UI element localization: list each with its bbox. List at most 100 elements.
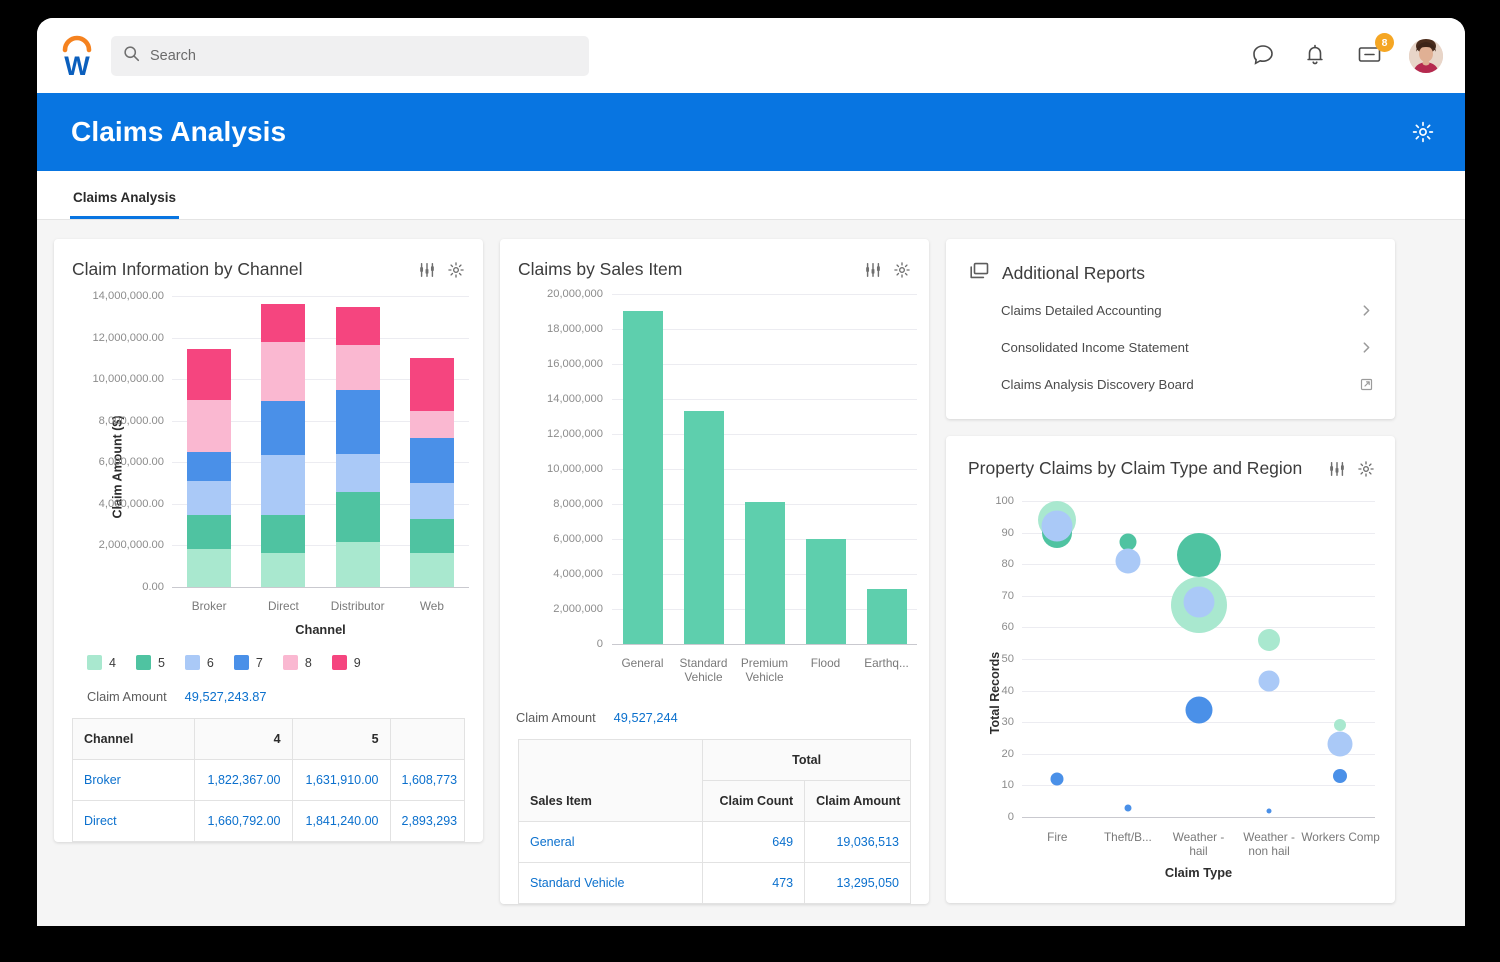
gear-icon[interactable] <box>1357 460 1375 478</box>
chart-property-claims-bubble[interactable]: Total Records 0 10 20 30 40 50 60 70 80 90 100 Fire… <box>946 483 1395 903</box>
chart3-bubble[interactable] <box>1332 768 1347 783</box>
chart3-bubble[interactable] <box>1327 731 1353 757</box>
cell-c4[interactable]: 1,822,367.00 <box>193 759 293 801</box>
tab-claims-analysis[interactable]: Claims Analysis <box>70 190 180 219</box>
chart1-bar-segment[interactable] <box>187 514 232 550</box>
chart1-total-value[interactable]: 49,527,243.87 <box>185 689 267 704</box>
chart3-bubble[interactable] <box>1124 804 1132 812</box>
chart1-bar-segment[interactable] <box>261 454 306 515</box>
chat-icon[interactable] <box>1250 42 1277 69</box>
chart1-bar-segment[interactable] <box>261 401 306 455</box>
chart3-bubble[interactable] <box>1183 586 1214 618</box>
chart1-bar-segment[interactable] <box>261 341 306 402</box>
chart1-bar-segment[interactable] <box>261 514 306 554</box>
chart1-bar-segment[interactable] <box>187 549 232 587</box>
chart3-bubble[interactable] <box>1115 548 1141 574</box>
chart1-bar-segment[interactable] <box>187 400 232 453</box>
report-link-claims-analysis-discovery-board[interactable]: Claims Analysis Discovery Board <box>946 366 1395 403</box>
report-label: Claims Analysis Discovery Board <box>1001 377 1194 392</box>
cell-claim-count[interactable]: 649 <box>702 821 806 863</box>
cell-c5[interactable]: 1,631,910.00 <box>291 759 391 801</box>
cell-claim-amount[interactable]: 13,295,050 <box>804 862 911 904</box>
gear-icon[interactable] <box>1411 120 1435 144</box>
chart1-legend-item[interactable]: 4 <box>87 655 116 670</box>
chart1-legend-item[interactable]: 6 <box>184 655 214 670</box>
cell-channel[interactable]: Direct <box>72 800 195 842</box>
chart1-bar-segment[interactable] <box>409 518 454 554</box>
chart1-bar-segment[interactable] <box>335 541 380 587</box>
chart2-gridline <box>612 294 917 295</box>
report-link-claims-detailed-accounting[interactable]: Claims Detailed Accounting <box>946 292 1395 329</box>
chart2-bar[interactable] <box>805 539 846 644</box>
chart1-bar-segment[interactable] <box>335 453 380 492</box>
chart3-bubble[interactable] <box>1258 629 1281 652</box>
th-claim-amount[interactable]: Claim Amount <box>804 780 911 822</box>
chart1-bar-segment[interactable] <box>409 357 454 411</box>
chart1-bar-segment[interactable] <box>187 452 232 482</box>
th-4[interactable]: 4 <box>193 718 293 760</box>
cell-c6[interactable]: 2,893,293 <box>389 800 466 842</box>
chart1-legend-item[interactable]: 7 <box>233 655 263 670</box>
chart1-bar-segment[interactable] <box>409 437 454 484</box>
chart2-bar[interactable] <box>744 502 785 644</box>
chart1-bar-segment[interactable] <box>261 553 306 587</box>
filter-sliders-icon[interactable] <box>1328 460 1346 478</box>
chart3-bubble[interactable] <box>1333 719 1346 732</box>
chart3-bubble[interactable] <box>1266 808 1272 814</box>
chart1-bar-segment[interactable] <box>187 348 232 401</box>
cell-claim-count[interactable]: 473 <box>702 862 806 904</box>
th-claim-count[interactable]: Claim Count <box>702 780 806 822</box>
chart2-y-tick: 10,000,000 <box>547 463 603 475</box>
chart3-bubble[interactable] <box>1176 532 1221 577</box>
cell-sales-item[interactable]: General <box>517 821 704 863</box>
gear-icon[interactable] <box>447 261 465 279</box>
inbox-icon[interactable]: 8 <box>1356 33 1394 69</box>
page-banner: Claims Analysis <box>37 93 1465 171</box>
chart3-bubble[interactable] <box>1050 772 1064 786</box>
chart3-y-tick: 10 <box>1001 779 1014 792</box>
chart3-bubble[interactable] <box>1185 696 1212 724</box>
chart2-bar[interactable] <box>683 411 724 644</box>
chart1-bar-segment[interactable] <box>335 307 380 345</box>
chart2-bar[interactable] <box>622 310 663 644</box>
th-sales-item[interactable]: Sales Item <box>517 739 704 822</box>
cell-sales-item[interactable]: Standard Vehicle <box>517 862 704 904</box>
chart3-bubble[interactable] <box>1258 670 1280 692</box>
filter-sliders-icon[interactable] <box>418 261 436 279</box>
chart3-x-axis-label: Claim Type <box>1164 865 1233 880</box>
chart2-total-value[interactable]: 49,527,244 <box>614 710 678 725</box>
gear-icon[interactable] <box>893 261 911 279</box>
chart1-bar-segment[interactable] <box>335 389 380 454</box>
chart1-bar-segment[interactable] <box>335 492 380 542</box>
chart1-bar-segment[interactable] <box>409 410 454 438</box>
bell-icon[interactable] <box>1303 42 1330 69</box>
report-link-consolidated-income-statement[interactable]: Consolidated Income Statement <box>946 329 1395 366</box>
cell-channel[interactable]: Broker <box>72 759 195 801</box>
th-5[interactable]: 5 <box>291 718 391 760</box>
cell-c6[interactable]: 1,608,773 <box>389 759 466 801</box>
chart1-legend-item[interactable]: 5 <box>135 655 165 670</box>
chart1-legend-item[interactable]: 9 <box>331 655 361 670</box>
workday-logo[interactable]: W <box>57 33 97 81</box>
chart-claim-information-by-channel[interactable]: Claim Amount ($) 0.00 2,000,000.00 4,000,0… <box>54 284 483 649</box>
chart3-bubble[interactable] <box>1041 510 1073 542</box>
filter-sliders-icon[interactable] <box>864 261 882 279</box>
chart1-bar-segment[interactable] <box>409 483 454 519</box>
search-box[interactable] <box>111 35 589 76</box>
chart1-bar-segment[interactable] <box>261 304 306 342</box>
chart1-bar-segment[interactable] <box>187 481 232 515</box>
chart2-y-tick: 18,000,000 <box>547 323 603 335</box>
chart-claims-by-sales-item[interactable]: 0 2,000,000 4,000,000 6,000,000 8,000,000 10,… <box>500 284 929 704</box>
chart1-bar-segment[interactable] <box>335 344 380 390</box>
th-channel[interactable]: Channel <box>72 718 195 760</box>
cell-c5[interactable]: 1,841,240.00 <box>291 800 391 842</box>
chart2-y-tick: 20,000,000 <box>547 288 603 300</box>
cell-claim-amount[interactable]: 19,036,513 <box>804 821 911 863</box>
search-input[interactable] <box>150 47 577 64</box>
avatar[interactable] <box>1409 38 1443 73</box>
chart1-legend-item[interactable]: 8 <box>282 655 312 670</box>
chart2-bar[interactable] <box>866 589 907 644</box>
th-blank[interactable] <box>389 718 466 760</box>
chart1-bar-segment[interactable] <box>409 553 454 587</box>
cell-c4[interactable]: 1,660,792.00 <box>193 800 293 842</box>
